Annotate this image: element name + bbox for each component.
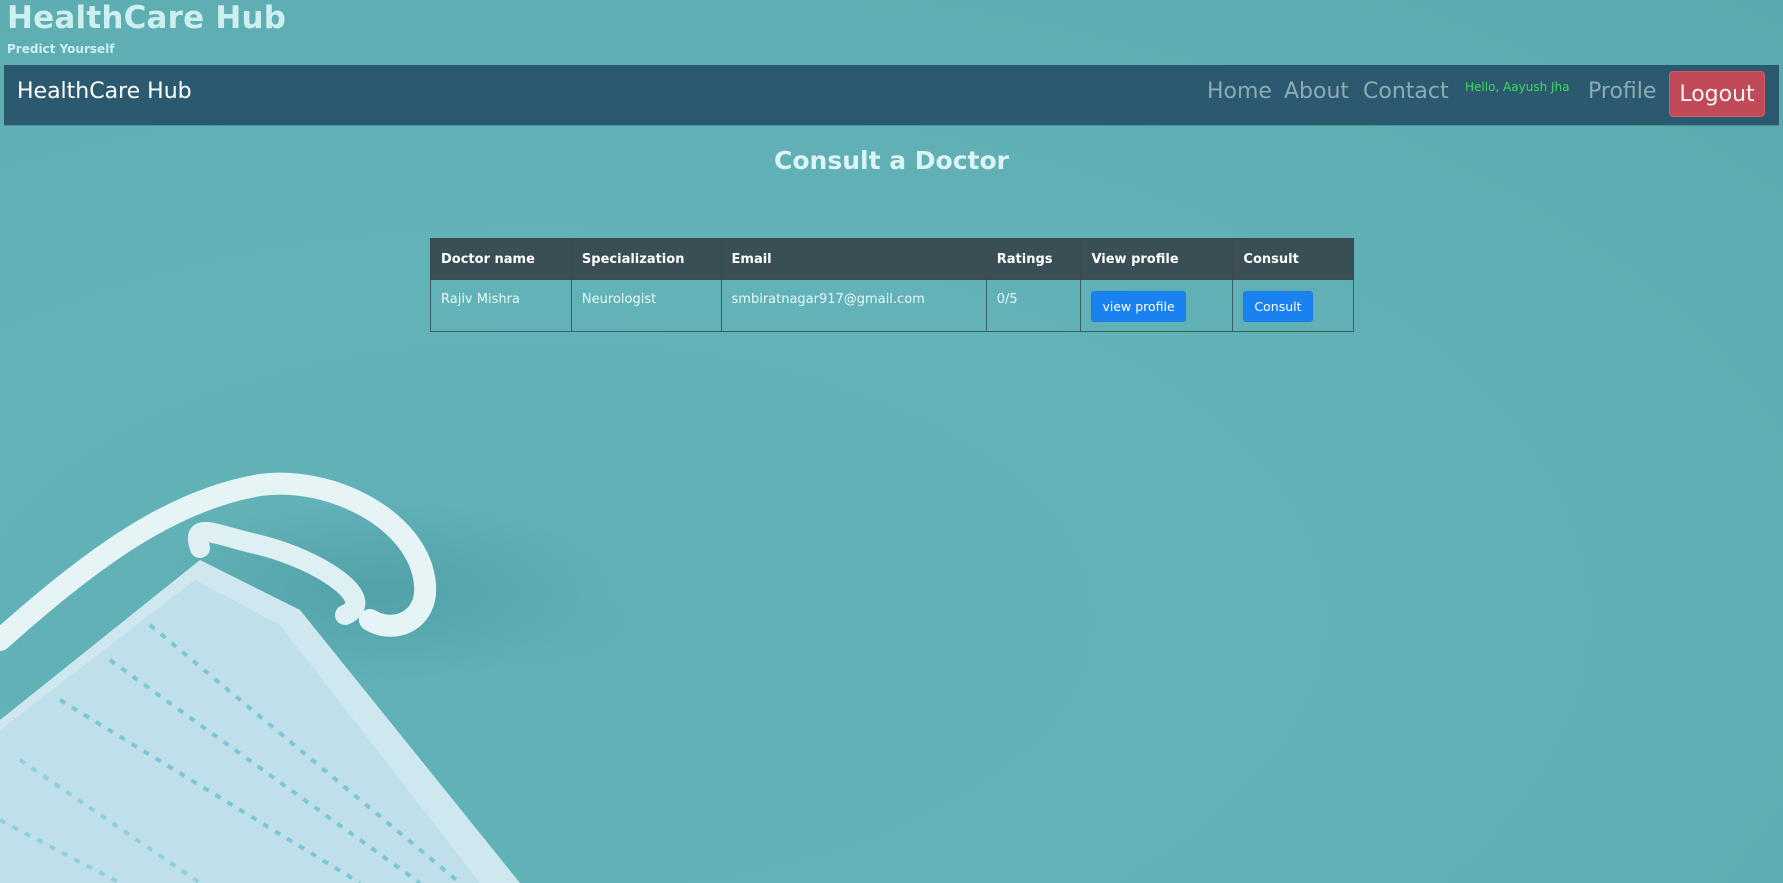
nav-link-contact[interactable]: Contact xyxy=(1363,79,1449,104)
page-title: Consult a Doctor xyxy=(774,146,1009,175)
column-header-view-profile: View profile xyxy=(1080,238,1234,280)
specialization-cell: Neurologist xyxy=(570,279,722,332)
nav-link-profile[interactable]: Profile xyxy=(1588,79,1656,104)
site-title: HealthCare Hub xyxy=(7,0,287,36)
column-header-consult: Consult xyxy=(1232,238,1354,280)
column-header-ratings: Ratings xyxy=(985,238,1082,280)
consult-button[interactable]: Consult xyxy=(1243,291,1313,322)
view-profile-button[interactable]: view profile xyxy=(1091,291,1186,322)
table-row: Rajiv Mishra Neurologist smbiratnagar917… xyxy=(430,279,1354,332)
nav-link-home[interactable]: Home xyxy=(1207,79,1272,104)
site-tagline: Predict Yourself xyxy=(7,42,115,56)
doctors-table: Doctor name Specialization Email Ratings… xyxy=(430,238,1354,332)
doctor-name-cell: Rajiv Mishra xyxy=(430,279,572,332)
logout-button[interactable]: Logout xyxy=(1669,71,1765,117)
column-header-specialization: Specialization xyxy=(570,238,722,280)
column-header-doctor-name: Doctor name xyxy=(430,238,572,280)
rating-cell: 0/5 xyxy=(985,279,1082,332)
view-profile-cell: view profile xyxy=(1080,279,1234,332)
email-cell: smbiratnagar917@gmail.com xyxy=(720,279,987,332)
table-header-row: Doctor name Specialization Email Ratings… xyxy=(430,238,1354,280)
user-greeting: Hello, Aayush Jha xyxy=(1465,80,1570,94)
navbar: HealthCare Hub Home About Contact Hello,… xyxy=(4,65,1779,125)
column-header-email: Email xyxy=(720,238,987,280)
navbar-brand[interactable]: HealthCare Hub xyxy=(17,79,192,104)
surgical-mask-image xyxy=(0,472,610,883)
site-header: HealthCare Hub Predict Yourself xyxy=(7,0,286,56)
nav-link-about[interactable]: About xyxy=(1284,79,1349,104)
consult-cell: Consult xyxy=(1232,279,1354,332)
